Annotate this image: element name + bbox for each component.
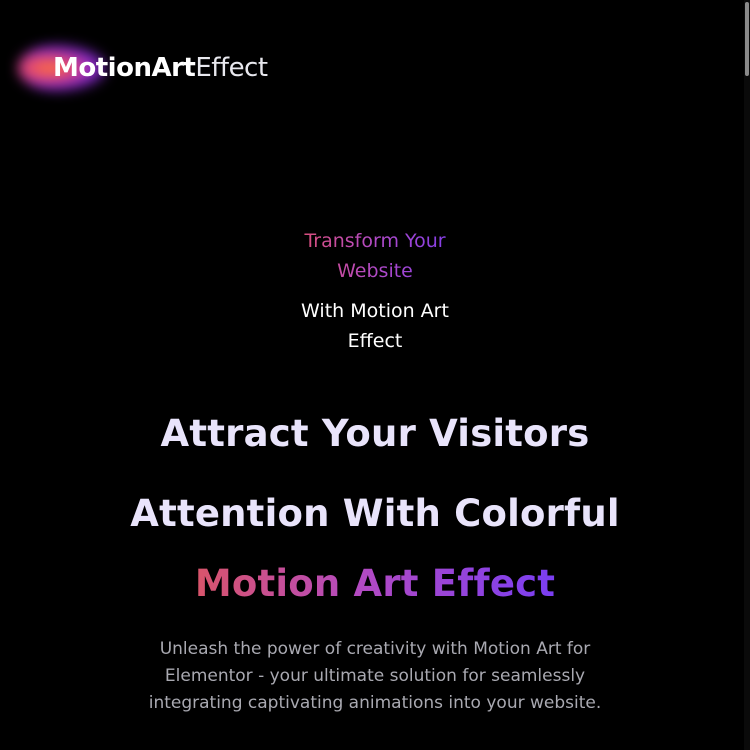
page-scrollbar[interactable] bbox=[744, 0, 750, 750]
scrollbar-thumb[interactable] bbox=[745, 2, 749, 76]
hero-eyebrow-white-text: With Motion Art Effect bbox=[301, 300, 449, 352]
hero-headline-line-1: Attract Your Visitors bbox=[160, 412, 590, 455]
logo-wordmark-bold: MotionArt bbox=[53, 53, 196, 83]
hero-headline-line-2: Attention With Colorful bbox=[130, 492, 620, 535]
hero-eyebrow-gradient: Transform Your Website bbox=[0, 226, 750, 286]
hero-eyebrow-white: With Motion Art Effect bbox=[0, 296, 750, 356]
logo-wordmark: MotionArtEffect bbox=[53, 38, 268, 98]
logo-wordmark-light: Effect bbox=[195, 53, 268, 83]
hero-headline-line-3: Motion Art Effect bbox=[0, 562, 750, 605]
hero-description: Unleash the power of creativity with Mot… bbox=[148, 639, 602, 713]
hero-headline-gradient-text: Motion Art Effect bbox=[194, 562, 556, 605]
hero-eyebrow-gradient-text: Transform Your Website bbox=[285, 226, 465, 286]
site-logo[interactable]: MotionArtEffect bbox=[18, 38, 268, 98]
